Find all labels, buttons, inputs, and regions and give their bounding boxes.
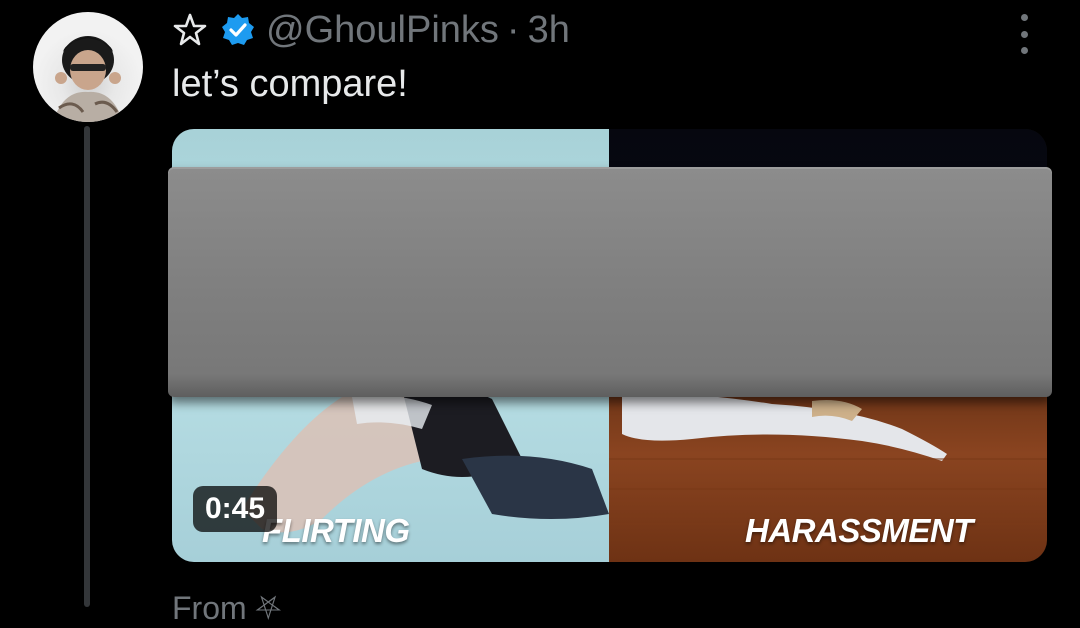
meta-separator: · [506, 8, 520, 51]
more-dot [1020, 47, 1028, 54]
tweet-header: @GhoulPinks · 3h [172, 8, 570, 52]
more-options-icon[interactable] [1010, 14, 1038, 54]
verified-badge-icon[interactable] [220, 12, 256, 48]
video-duration-badge: 0:45 [193, 486, 278, 532]
tweet-text: let’s compare! [172, 63, 408, 105]
thread-connector-line [84, 126, 90, 607]
pentagram-icon [173, 13, 207, 46]
avatar[interactable] [33, 12, 143, 122]
user-handle[interactable]: @GhoulPinks [266, 9, 499, 52]
more-dot [1020, 30, 1028, 38]
avatar-image [53, 36, 123, 122]
redaction-overlay [168, 167, 1052, 397]
video-caption-left: FLIRTING [262, 512, 410, 549]
from-label[interactable]: From ⛧ [172, 590, 281, 628]
video-caption-right: HARASSMENT [745, 512, 973, 549]
post-timestamp[interactable]: 3h [528, 9, 570, 52]
more-dot [1020, 14, 1028, 21]
